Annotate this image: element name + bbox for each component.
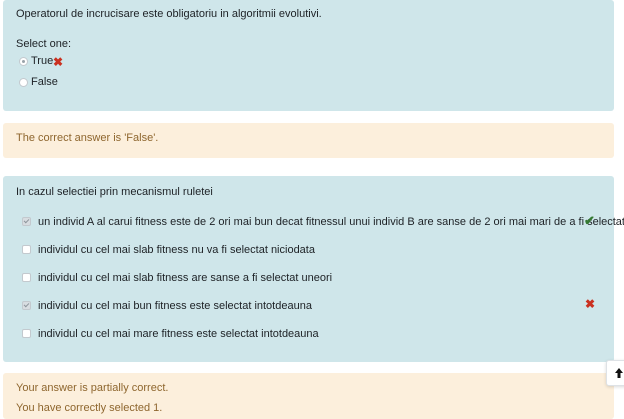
option-5-label[interactable]: individul cu cel mai mare fitness este s…	[38, 328, 319, 340]
checkbox-option-4[interactable]	[22, 301, 31, 310]
option-false-label[interactable]: False	[31, 76, 58, 88]
feedback-2: Your answer is partially correct. You ha…	[3, 373, 614, 419]
option-3-label[interactable]: individul cu cel mai slab fitness are sa…	[38, 272, 332, 284]
incorrect-icon: ✖	[585, 297, 596, 311]
correct-answer-text: The correct answer is 'False'.	[16, 132, 159, 144]
question-1-card: Operatorul de incrucisare este obligator…	[3, 0, 614, 111]
checkbox-option-1[interactable]	[22, 217, 31, 226]
question-1-prompt: Select one:	[16, 38, 72, 50]
feedback-1: The correct answer is 'False'.	[3, 123, 614, 158]
option-true-label[interactable]: True	[31, 55, 53, 67]
checkbox-option-3[interactable]	[22, 273, 31, 282]
arrow-up-icon	[615, 368, 623, 378]
correct-count-text: You have correctly selected 1.	[16, 402, 163, 414]
correct-icon: ✔	[584, 213, 595, 228]
partial-correct-text: Your answer is partially correct.	[16, 382, 169, 394]
checkbox-option-5[interactable]	[22, 329, 31, 338]
back-to-top-button[interactable]	[606, 360, 624, 386]
option-2-label[interactable]: individul cu cel mai slab fitness nu va …	[38, 244, 315, 256]
question-2-text: In cazul selectiei prin mecanismul rulet…	[16, 186, 213, 198]
question-1-text: Operatorul de incrucisare este obligator…	[16, 8, 322, 20]
question-2-card: In cazul selectiei prin mecanismul rulet…	[3, 176, 624, 362]
radio-true[interactable]	[19, 57, 28, 66]
radio-false[interactable]	[19, 78, 28, 87]
incorrect-icon: ✖	[53, 55, 64, 69]
option-4-label[interactable]: individul cu cel mai bun fitness este se…	[38, 300, 312, 312]
checkbox-option-2[interactable]	[22, 245, 31, 254]
option-1-label[interactable]: un individ A al carui fitness este de 2 …	[38, 216, 624, 228]
